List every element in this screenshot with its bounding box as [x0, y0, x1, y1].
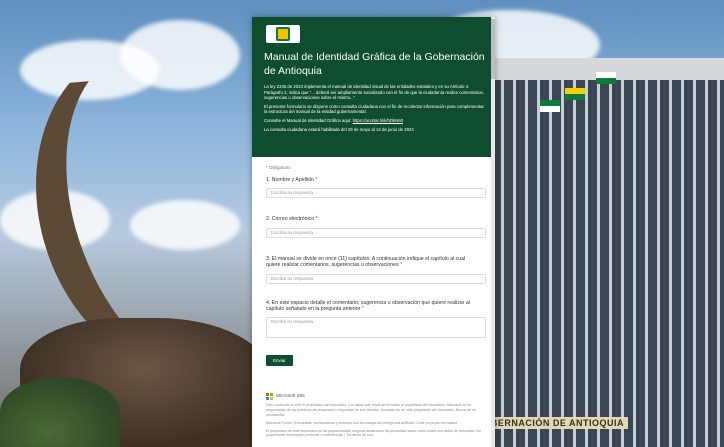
- footer-forms-link[interactable]: Microsoft Forms | Encuestas, cuestionari…: [266, 421, 481, 426]
- form-body: * Obligatorio 1. Nombre y Apellido * Esc…: [252, 157, 495, 367]
- question-1: 1. Nombre y Apellido * Escriba su respue…: [266, 177, 486, 199]
- consult-text: Consulte el Manual de Identidad Gráfica …: [264, 117, 352, 123]
- microsoft-brand-label: Microsoft 365: [276, 394, 305, 400]
- microsoft-brand: Microsoft 365: [266, 393, 481, 401]
- scrollbar-thumb[interactable]: [491, 19, 495, 79]
- question-number: 1.: [266, 177, 271, 183]
- footer-disclaimer: Este contenido lo creó el propietario de…: [266, 403, 476, 418]
- submit-button[interactable]: Enviar: [266, 355, 293, 367]
- gobernacion-logo: [266, 25, 300, 43]
- flag-icon: [565, 88, 585, 100]
- question-label: 2. Correo electrónico *: [266, 216, 481, 222]
- form-footer: Microsoft 365 Este contenido lo creó el …: [252, 367, 495, 438]
- flag-icon: [596, 72, 616, 84]
- question-4: 4. En este espacio detalle el comentario…: [266, 300, 486, 339]
- form-consult: Consulte el Manual de Identidad Gráfica …: [264, 118, 485, 124]
- building-facade: [492, 80, 724, 447]
- form-dates: La consulta ciudadana estará habilitada …: [264, 126, 414, 132]
- comment-textarea[interactable]: Escriba su respuesta: [266, 317, 486, 339]
- trees: [0, 377, 120, 447]
- form-intro: La ley 2345 de 2023 implementa el manual…: [264, 84, 484, 101]
- required-star: *: [361, 306, 364, 313]
- scrollbar-track[interactable]: [491, 17, 495, 447]
- form-title: Manual de Identidad Gráfica de la Gobern…: [264, 51, 485, 77]
- question-text: Correo electrónico: [271, 216, 315, 223]
- question-2: 2. Correo electrónico * Escriba su respu…: [266, 216, 486, 238]
- desktop-background: GOBERNACIÓN DE ANTIOQUIA Manual de Ident…: [0, 0, 724, 447]
- building-sign: GOBERNACIÓN DE ANTIOQUIA: [471, 417, 628, 429]
- manual-link[interactable]: https://acortar.link/hDkN60: [353, 118, 403, 123]
- question-text: Nombre y Apellido: [271, 177, 314, 183]
- question-number: 3.: [266, 255, 271, 262]
- name-input[interactable]: Escriba su respuesta: [266, 188, 486, 199]
- form-purpose: El presente formulario se dispone como c…: [264, 103, 484, 115]
- question-3: 3. El manual se divide en once (11) capí…: [266, 256, 486, 284]
- required-star: *: [315, 177, 318, 183]
- question-label: 3. El manual se divide en once (11) capí…: [266, 256, 481, 269]
- required-star: *: [400, 262, 403, 269]
- logo-icon: [276, 27, 290, 41]
- question-text: El manual se divide en once (11) capítul…: [266, 255, 466, 269]
- flag-icon: [540, 100, 560, 112]
- question-text: En este espacio detalle el comentario, s…: [266, 299, 470, 313]
- question-number: 4.: [266, 299, 271, 306]
- required-star: *: [315, 216, 318, 223]
- question-label: 1. Nombre y Apellido *: [266, 177, 481, 183]
- email-input[interactable]: Escriba su respuesta: [266, 227, 486, 238]
- question-number: 2.: [266, 216, 271, 223]
- question-label: 4. En este espacio detalle el comentario…: [266, 300, 481, 313]
- footer-privacy: El propietario de este formulario no ha …: [266, 428, 481, 438]
- required-note: * Obligatorio: [266, 165, 291, 170]
- form-panel: Manual de Identidad Gráfica de la Gobern…: [252, 17, 495, 447]
- form-header: Manual de Identidad Gráfica de la Gobern…: [252, 17, 495, 157]
- chapter-input[interactable]: Escriba su respuesta: [266, 273, 486, 284]
- microsoft-logo-icon: [266, 393, 273, 401]
